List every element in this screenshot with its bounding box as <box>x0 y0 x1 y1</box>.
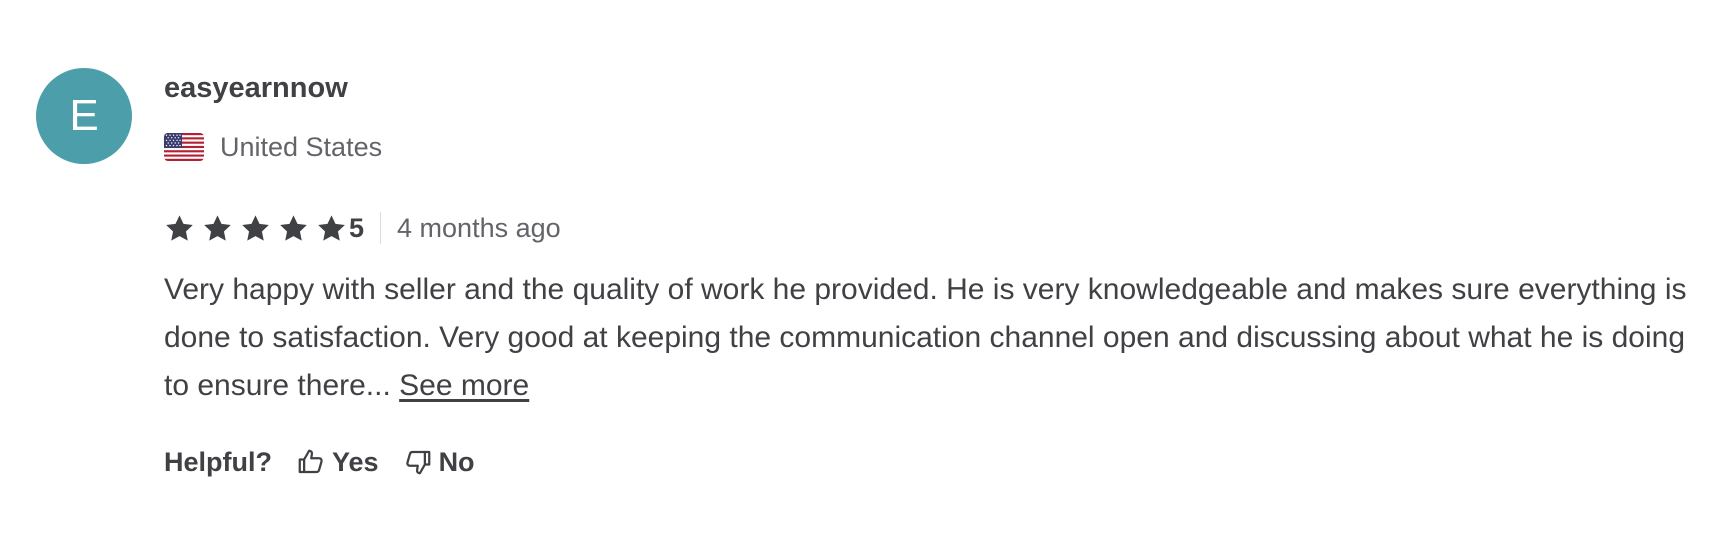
rating-row: 5 4 months ago <box>164 210 1694 246</box>
star-icon <box>318 214 345 241</box>
rating-score: 5 <box>349 212 365 243</box>
helpful-yes-button[interactable]: Yes <box>296 447 379 478</box>
helpful-no-label: No <box>438 446 475 477</box>
us-flag-icon <box>164 133 204 161</box>
helpful-label: Helpful? <box>164 446 272 477</box>
star-icon <box>166 214 193 241</box>
helpful-row: Helpful? Yes No <box>164 442 1694 482</box>
review-text: Very happy with seller and the quality o… <box>164 266 1689 410</box>
star-rating <box>164 213 347 244</box>
helpful-yes-label: Yes <box>332 446 379 477</box>
country-name: United States <box>220 131 383 162</box>
see-more-link[interactable]: See more <box>399 369 529 402</box>
avatar-letter: E <box>69 91 99 140</box>
reviewer-country: United States <box>164 130 1694 164</box>
review-time: 4 months ago <box>397 212 561 243</box>
star-icon <box>242 214 269 241</box>
star-icon <box>204 214 231 241</box>
thumbs-up-icon <box>298 449 323 474</box>
helpful-no-button[interactable]: No <box>403 447 475 478</box>
review-content: easyearnnow United States 5 4 months ago… <box>164 68 1694 482</box>
thumbs-down-icon <box>405 450 430 475</box>
avatar[interactable]: E <box>36 68 132 164</box>
review-body: Very happy with seller and the quality o… <box>164 273 1687 402</box>
reviewer-username[interactable]: easyearnnow <box>164 70 1694 106</box>
star-icon <box>280 214 307 241</box>
divider <box>380 212 382 244</box>
